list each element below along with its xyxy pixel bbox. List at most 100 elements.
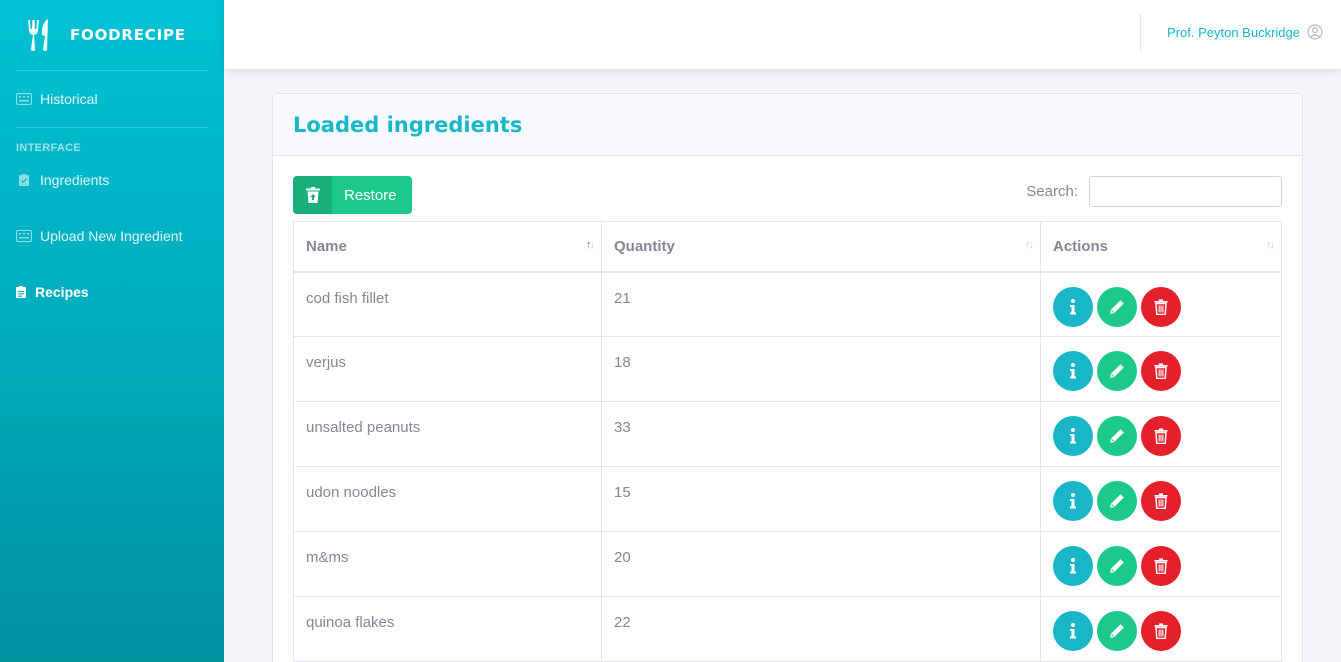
delete-button[interactable] [1141, 546, 1182, 586]
sort-asc-icon: ↑↓ [586, 239, 595, 251]
page-title: Loaded ingredients [293, 112, 523, 137]
cell-actions [1040, 531, 1282, 597]
cell-name: quinoa flakes [293, 596, 602, 662]
sidebar-item-label: Recipes [35, 284, 89, 300]
clipboard-check-icon [16, 174, 32, 186]
pencil-icon [1110, 624, 1124, 638]
table-row: verjus 18 [293, 336, 1282, 402]
table-toolbar: Restore Search: [273, 156, 1302, 222]
cell-actions [1040, 596, 1282, 662]
trash-icon [1154, 623, 1168, 639]
pencil-icon [1110, 299, 1124, 314]
brand[interactable]: FOODRECIPE [0, 0, 224, 70]
edit-button[interactable] [1097, 351, 1138, 391]
sidebar-item-upload-new-ingredient[interactable]: Upload New Ingredient [0, 200, 224, 272]
delete-button[interactable] [1141, 416, 1182, 456]
delete-button[interactable] [1141, 351, 1182, 391]
trash-icon [1154, 363, 1168, 379]
pencil-icon [1110, 494, 1124, 508]
trash-icon [1154, 428, 1168, 444]
info-icon [1070, 298, 1076, 314]
pencil-icon [1110, 559, 1124, 573]
sort-icon: ↑↓ [1266, 239, 1275, 251]
info-button[interactable] [1053, 481, 1093, 521]
cell-name: udon noodles [293, 466, 602, 532]
user-menu[interactable]: Prof. Peyton Buckridge [1167, 24, 1323, 40]
topbar: Prof. Peyton Buckridge [224, 0, 1341, 69]
user-name: Prof. Peyton Buckridge [1167, 24, 1300, 40]
edit-button[interactable] [1097, 286, 1138, 327]
info-button[interactable] [1053, 546, 1093, 586]
search-input[interactable] [1089, 176, 1282, 207]
cell-actions [1040, 401, 1282, 467]
clipboard-list-icon [16, 286, 26, 298]
cell-name: unsalted peanuts [293, 401, 602, 467]
info-icon [1070, 428, 1076, 444]
edit-button[interactable] [1097, 546, 1138, 586]
cell-quantity: 20 [601, 531, 1041, 597]
cell-quantity: 18 [601, 336, 1041, 402]
sidebar-item-recipes[interactable]: Recipes [0, 272, 224, 312]
delete-button[interactable] [1141, 286, 1182, 327]
table-row: unsalted peanuts 33 [293, 401, 1282, 467]
sidebar-item-label: Ingredients [40, 172, 110, 188]
search-label: Search: [1026, 183, 1078, 200]
edit-button[interactable] [1097, 611, 1138, 651]
delete-button[interactable] [1141, 481, 1182, 521]
search: Search: [1026, 176, 1282, 207]
card-header: Loaded ingredients [273, 94, 1302, 156]
column-header-label: Actions [1053, 238, 1109, 255]
ingredients-card: Loaded ingredients Restore Search: Name … [272, 93, 1303, 662]
table-row: quinoa flakes 22 [293, 596, 1282, 662]
table-row: udon noodles 15 [293, 466, 1282, 532]
pencil-icon [1110, 364, 1124, 378]
topbar-divider [1140, 14, 1141, 52]
brand-name: FOODRECIPE [70, 26, 186, 44]
edit-button[interactable] [1097, 416, 1138, 456]
cell-quantity: 21 [601, 271, 1041, 337]
info-button[interactable] [1053, 286, 1093, 327]
column-header-name[interactable]: Name ↑↓ [293, 221, 602, 273]
user-circle-icon [1307, 24, 1323, 40]
cell-quantity: 33 [601, 401, 1041, 467]
sidebar-item-label: Upload New Ingredient [40, 228, 183, 244]
column-header-actions[interactable]: Actions ↑↓ [1040, 221, 1282, 273]
info-icon [1070, 558, 1076, 574]
column-header-label: Quantity [614, 238, 675, 255]
ingredients-table: Name ↑↓ Quantity ↑↓ Actions ↑↓ cod fish … [293, 221, 1282, 662]
cell-actions [1040, 466, 1282, 532]
restore-button[interactable]: Restore [293, 176, 412, 214]
info-button[interactable] [1053, 416, 1093, 456]
trash-icon [1154, 298, 1168, 315]
table-header-row: Name ↑↓ Quantity ↑↓ Actions ↑↓ [293, 221, 1282, 273]
sort-icon: ↑↓ [1025, 239, 1034, 251]
table-row: m&ms 20 [293, 531, 1282, 597]
info-button[interactable] [1053, 351, 1093, 391]
info-button[interactable] [1053, 611, 1093, 651]
pencil-icon [1110, 429, 1124, 443]
info-icon [1070, 493, 1076, 509]
utensils-icon [28, 19, 48, 51]
cell-name: cod fish fillet [293, 271, 602, 337]
cell-name: verjus [293, 336, 602, 402]
info-icon [1070, 363, 1076, 379]
cell-quantity: 15 [601, 466, 1041, 532]
edit-button[interactable] [1097, 481, 1138, 521]
info-icon [1070, 623, 1076, 639]
table-row: cod fish fillet 21 [293, 271, 1282, 337]
cell-actions [1040, 271, 1282, 337]
keyboard-icon [16, 230, 32, 242]
sidebar-item-label: Historical [40, 91, 98, 107]
cell-name: m&ms [293, 531, 602, 597]
cell-quantity: 22 [601, 596, 1041, 662]
column-header-quantity[interactable]: Quantity ↑↓ [601, 221, 1041, 273]
trash-restore-icon [293, 176, 332, 214]
keyboard-icon [16, 93, 32, 105]
sidebar-item-historical[interactable]: Historical [0, 71, 224, 127]
sidebar-heading: INTERFACE [16, 142, 82, 154]
trash-icon [1154, 558, 1168, 574]
delete-button[interactable] [1141, 611, 1182, 651]
trash-icon [1154, 493, 1168, 509]
sidebar-item-ingredients[interactable]: Ingredients [0, 160, 224, 200]
sidebar: FOODRECIPE Historical INTERFACE Ingredie… [0, 0, 224, 662]
